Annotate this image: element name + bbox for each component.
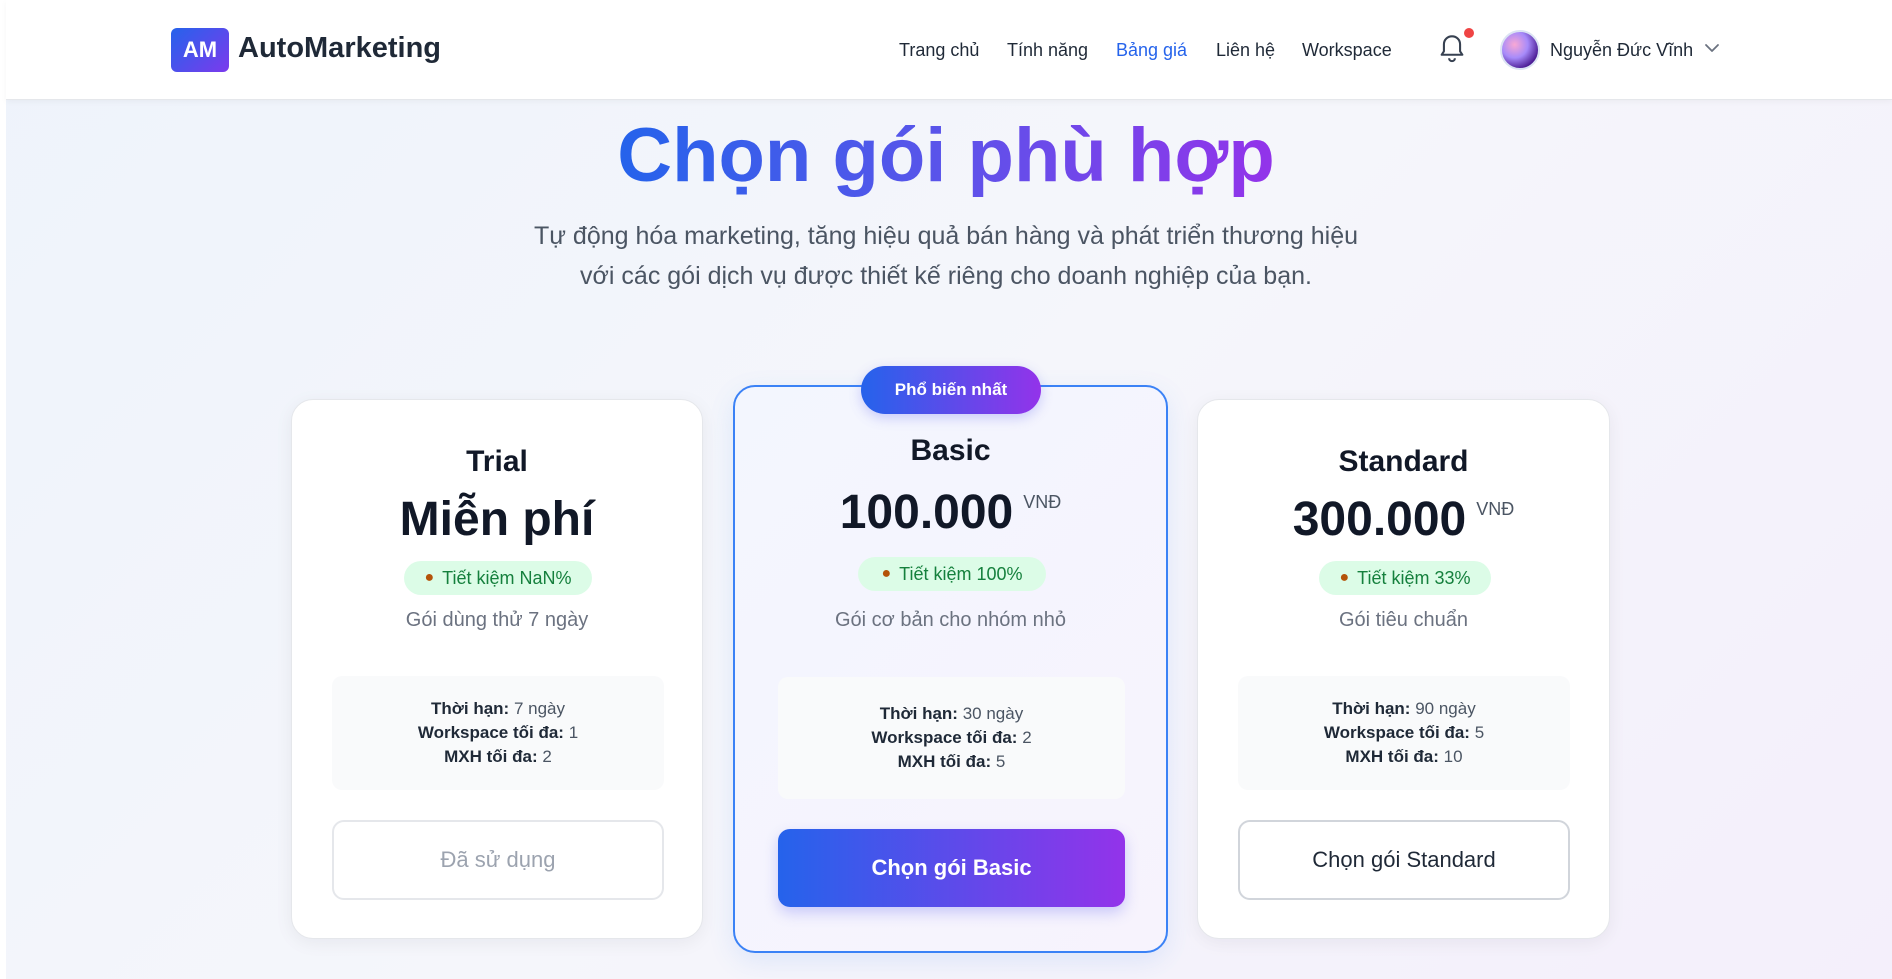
spec-social-max: MXH tối đa: 5 [897, 752, 1006, 771]
spec-duration: Thời hạn: 7 ngày [431, 699, 565, 718]
savings-badge: ● Tiết kiệm NaN% [404, 561, 592, 595]
brand-name[interactable]: AutoMarketing [238, 32, 441, 65]
plan-card-standard: Standard 300.000 VNĐ ● Tiết kiệm 33% Gói … [1197, 399, 1610, 939]
plan-description: Gói cơ bản cho nhóm nhỏ [834, 609, 1067, 631]
spec-social-max: MXH tối đa: 10 [1345, 747, 1463, 766]
plan-price: 100.000 [839, 486, 1014, 539]
plan-currency: VNĐ [1023, 492, 1062, 512]
plan-description: Gói tiêu chuẩn [1339, 609, 1468, 631]
money-bag-icon: ● [881, 565, 892, 582]
savings-badge: ● Tiết kiệm 33% [1319, 561, 1491, 595]
notification-dot [1464, 28, 1474, 38]
plan-price-row: 100.000 VNĐ [735, 485, 1166, 540]
plan-name: Standard [1338, 445, 1469, 478]
spec-workspace-max: Workspace tối đa: 1 [417, 723, 579, 742]
plan-card-basic: Basic 100.000 VNĐ ● Tiết kiệm 100% Gói cơ… [733, 385, 1168, 953]
plan-specs: Thời hạn: 90 ngày Workspace tối đa: 5 MX… [1238, 676, 1570, 790]
choose-standard-button[interactable]: Chọn gói Standard [1238, 820, 1570, 900]
nav-item-features[interactable]: Tính năng [1007, 40, 1088, 61]
plan-card-trial: Trial Miễn phí ● Tiết kiệm NaN% Gói dùng… [291, 399, 703, 939]
plan-used-button[interactable]: Đã sử dụng [332, 820, 664, 900]
money-bag-icon: ● [1339, 569, 1350, 586]
plan-name: Basic [910, 434, 991, 467]
money-bag-icon: ● [424, 569, 435, 586]
plan-price: 300.000 [1292, 493, 1467, 546]
page-subtitle-line-1: Tự động hóa marketing, tăng hiệu quả bán… [533, 222, 1359, 250]
nav-item-workspace[interactable]: Workspace [1302, 40, 1392, 61]
logo-badge[interactable]: AM [171, 28, 229, 72]
plan-description: Gói dùng thử 7 ngày [405, 609, 589, 631]
savings-text: Tiết kiệm NaN% [442, 567, 572, 588]
spec-duration: Thời hạn: 90 ngày [1332, 699, 1476, 718]
chevron-down-icon[interactable] [1704, 42, 1720, 54]
bell-icon[interactable] [1438, 34, 1466, 64]
spec-duration: Thời hạn: 30 ngày [879, 704, 1024, 723]
nav-item-contact[interactable]: Liên hệ [1216, 40, 1275, 61]
plan-name: Trial [466, 445, 528, 478]
savings-text: Tiết kiệm 100% [899, 563, 1023, 584]
plan-price-row: Miễn phí [292, 492, 702, 547]
savings-text: Tiết kiệm 33% [1357, 567, 1471, 588]
plan-currency: VNĐ [1476, 499, 1515, 519]
plan-price: Miễn phí [399, 493, 595, 546]
plan-specs: Thời hạn: 30 ngày Workspace tối đa: 2 MX… [778, 677, 1125, 799]
plan-specs: Thời hạn: 7 ngày Workspace tối đa: 1 MXH… [332, 676, 664, 790]
plan-price-row: 300.000 VNĐ [1198, 492, 1609, 547]
user-name[interactable]: Nguyễn Đức Vĩnh [1550, 40, 1693, 61]
top-navbar: AM AutoMarketing Trang chủ Tính năng Bản… [6, 0, 1892, 100]
page-subtitle-line-2: với các gói dịch vụ được thiết kế riêng … [580, 262, 1312, 290]
spec-workspace-max: Workspace tối đa: 5 [1323, 723, 1485, 742]
savings-badge: ● Tiết kiệm 100% [858, 557, 1046, 591]
page-title-text: Chọn gói phù hợp [617, 113, 1275, 198]
spec-social-max: MXH tối đa: 2 [444, 747, 552, 766]
logo-text: AM [182, 37, 218, 62]
nav-item-pricing[interactable]: Bảng giá [1116, 40, 1187, 61]
nav-item-home[interactable]: Trang chủ [899, 40, 979, 61]
choose-basic-button[interactable]: Chọn gói Basic [778, 829, 1125, 907]
avatar[interactable] [1500, 30, 1540, 70]
page-title: Chọn gói phù hợp [0, 112, 1892, 199]
popular-badge: Phổ biến nhất [861, 366, 1041, 414]
spec-workspace-max: Workspace tối đa: 2 [871, 728, 1032, 747]
